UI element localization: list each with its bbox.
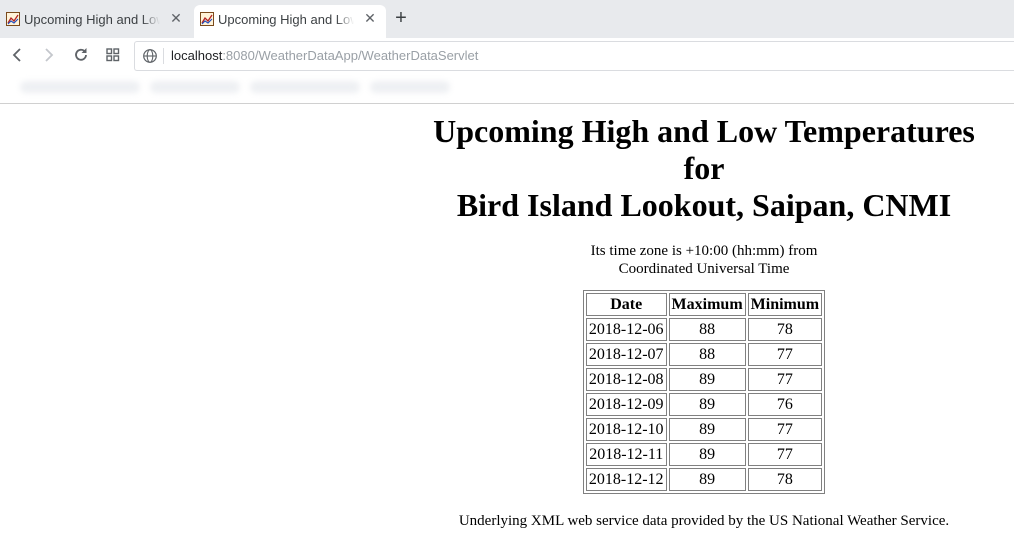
weather-chart-icon [6,12,20,26]
tab-title: Upcoming High and Low Temperatures [24,12,160,27]
date-cell: 2018-12-11 [585,443,667,466]
maximum-cell: 89 [668,418,746,441]
date-cell: 2018-12-07 [585,343,667,366]
date-cell: 2018-12-12 [585,468,667,491]
bookmarks-bar [0,72,1014,104]
address-separator [163,48,164,64]
date-cell: 2018-12-06 [585,318,667,341]
weather-chart-icon [200,12,214,26]
heading-line-1: Upcoming High and Low Temperatures [433,113,975,149]
tab-strip: Upcoming High and Low Temperatures ✕ Upc… [0,0,1014,38]
heading-line-3: Bird Island Lookout, Saipan, CNMI [456,187,952,223]
tab-title: Upcoming High and Low Temperatures [218,12,354,27]
url-host: localhost [171,48,223,63]
page-content: Upcoming High and Low Temperatures for B… [395,113,1013,530]
minimum-cell: 78 [747,318,823,341]
address-bar[interactable]: localhost:8080/WeatherDataApp/WeatherDat… [134,41,1014,71]
minimum-cell: 77 [747,443,823,466]
column-header-minimum: Minimum [747,293,823,316]
apps-grid-icon[interactable] [103,45,123,65]
date-cell: 2018-12-09 [585,393,667,416]
temperature-table: Date Maximum Minimum 2018-12-06 88 78 20… [582,290,826,494]
maximum-cell: 89 [668,468,746,491]
maximum-cell: 89 [668,443,746,466]
table-row: 2018-12-06 88 78 [585,318,823,341]
reload-icon[interactable] [71,45,91,65]
close-icon[interactable]: ✕ [362,10,378,26]
minimum-cell: 77 [747,368,823,391]
table-row: 2018-12-08 89 77 [585,368,823,391]
url-text[interactable]: localhost:8080/WeatherDataApp/WeatherDat… [171,48,478,63]
data-credit: Underlying XML web service data provided… [458,513,950,529]
back-arrow-icon[interactable] [8,45,28,65]
minimum-cell: 77 [747,343,823,366]
column-header-maximum: Maximum [668,293,746,316]
maximum-cell: 88 [668,318,746,341]
tab-weather-1[interactable]: Upcoming High and Low Temperatures ✕ [0,5,190,34]
minimum-cell: 77 [747,418,823,441]
forward-arrow-icon[interactable] [38,45,58,65]
table-row: 2018-12-09 89 76 [585,393,823,416]
page-title: Upcoming High and Low Temperatures for B… [395,113,1013,224]
table-row: 2018-12-10 89 77 [585,418,823,441]
minimum-cell: 78 [747,468,823,491]
plus-icon[interactable]: + [392,8,410,28]
column-header-date: Date [585,293,667,316]
close-icon[interactable]: ✕ [168,10,184,26]
date-cell: 2018-12-08 [585,368,667,391]
table-header-row: Date Maximum Minimum [585,293,823,316]
globe-icon[interactable] [142,48,158,64]
timezone-line-2: Coordinated Universal Time [618,261,790,277]
timezone-line-1: Its time zone is +10:00 (hh:mm) from [590,243,818,259]
maximum-cell: 89 [668,393,746,416]
heading-line-2: for [683,150,725,186]
maximum-cell: 88 [668,343,746,366]
date-cell: 2018-12-10 [585,418,667,441]
tab-weather-2-active[interactable]: Upcoming High and Low Temperatures ✕ [194,5,386,38]
minimum-cell: 76 [747,393,823,416]
url-path: :8080/WeatherDataApp/WeatherDataServlet [222,48,479,63]
table-row: 2018-12-11 89 77 [585,443,823,466]
timezone-note: Its time zone is +10:00 (hh:mm) from Coo… [395,242,1013,278]
table-row: 2018-12-07 88 77 [585,343,823,366]
browser-toolbar: localhost:8080/WeatherDataApp/WeatherDat… [0,38,1014,72]
table-row: 2018-12-12 89 78 [585,468,823,491]
maximum-cell: 89 [668,368,746,391]
